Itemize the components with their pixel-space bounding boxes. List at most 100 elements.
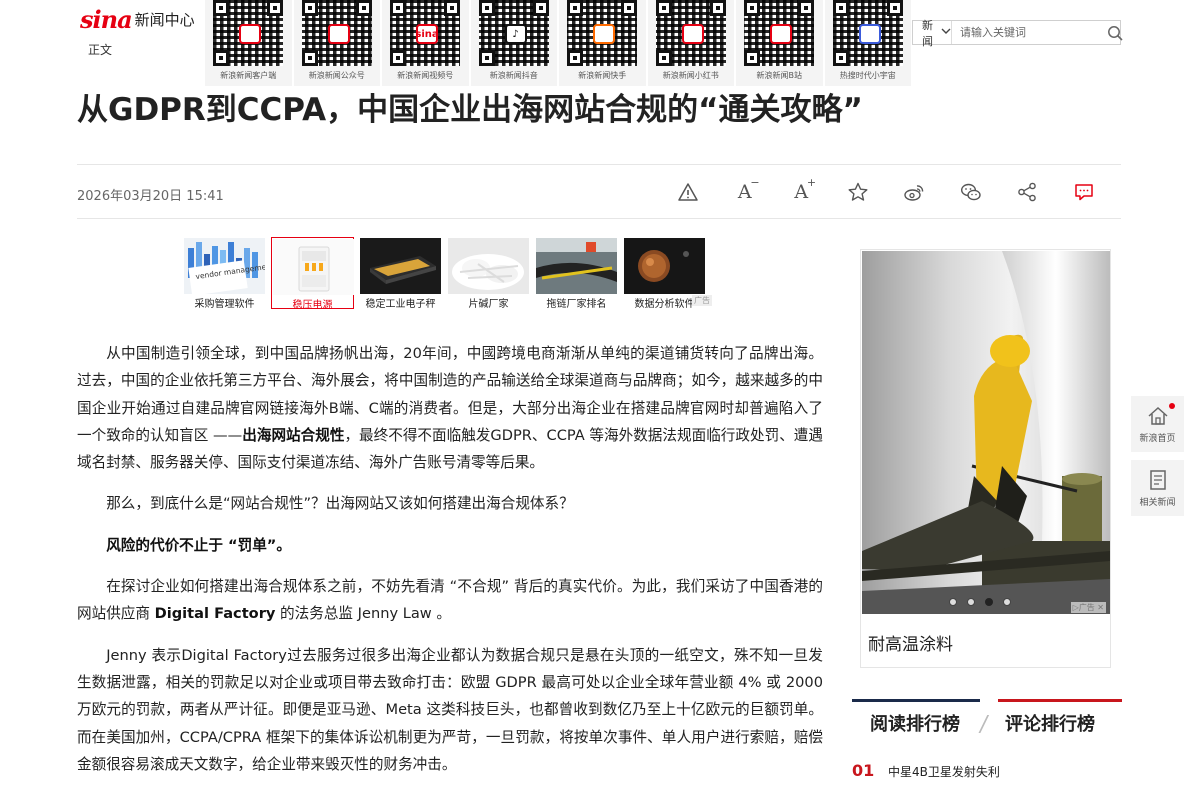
publish-date: 2026年03月20日 15:41: [77, 189, 224, 204]
ad-thumbnail-label[interactable]: 稳压电源: [272, 296, 353, 311]
qr-code-label: 新浪新闻B站: [756, 71, 803, 80]
share-button[interactable]: [999, 176, 1056, 208]
tab-comment-ranking[interactable]: 评论排行榜: [1005, 710, 1095, 736]
comment-button[interactable]: [1056, 176, 1113, 208]
carousel-dot[interactable]: [949, 598, 957, 606]
chevron-down-icon: [941, 28, 951, 38]
rank-indicator-read: [852, 699, 980, 702]
qr-code-image: sina: [390, 0, 460, 66]
ranking-tabs: 阅读排行榜 / 评论排行榜: [852, 710, 1122, 742]
ad-thumbnail-label[interactable]: 稳定工业电子秤: [359, 295, 442, 310]
carousel-dot[interactable]: [967, 598, 975, 606]
qr-code-item[interactable]: 热搜时代小宇宙: [824, 0, 911, 86]
weibo-share-button[interactable]: [886, 176, 943, 208]
ad-image: [862, 251, 1110, 614]
ad-thumbnail[interactable]: 稳定工业电子秤: [359, 237, 442, 310]
company-name: Digital Factory: [154, 605, 276, 623]
carousel-dot[interactable]: [985, 598, 993, 606]
notification-dot: [1169, 403, 1175, 409]
section-heading-text: 风险的代价不止于 “罚单”。: [106, 536, 291, 554]
qr-code-item[interactable]: 新浪新闻公众号: [293, 0, 380, 86]
qr-code-label: 新浪新闻视频号: [397, 71, 454, 80]
ad-thumbnail-image: [273, 239, 354, 295]
qr-code-item[interactable]: 新浪新闻B站: [736, 0, 823, 86]
qr-center-logo: [770, 24, 792, 44]
site-name: 新闻中心: [134, 10, 195, 29]
qr-code-label: 热搜时代小宇宙: [839, 71, 896, 80]
carousel-dot[interactable]: [1003, 598, 1011, 606]
share-icon: [1018, 182, 1037, 202]
favorite-button[interactable]: [830, 176, 887, 208]
font-smaller-button[interactable]: A −: [717, 176, 774, 208]
qr-center-logo: sina: [415, 24, 439, 44]
qr-code-image: [213, 0, 283, 66]
weibo-icon: [904, 185, 924, 201]
ad-thumbnail[interactable]: 片碱厂家: [447, 237, 530, 310]
qr-code-label: 新浪新闻抖音: [489, 71, 538, 80]
article-toolbar: A − A +: [660, 176, 1112, 208]
qr-center-logo: ♪: [504, 24, 527, 44]
font-smaller-icon: A −: [737, 176, 760, 203]
ad-badge[interactable]: ▷广告 ✕: [1070, 602, 1106, 613]
ranking-item[interactable]: 01 中星4B卫星发射失利: [852, 761, 1000, 780]
document-icon: [1150, 470, 1166, 490]
qr-center-logo: [239, 24, 261, 44]
qr-code-image: [832, 0, 903, 66]
ad-thumbnail[interactable]: 拖链厂家排名: [535, 237, 618, 310]
wechat-share-button[interactable]: [943, 176, 1000, 208]
qr-code-item[interactable]: 新浪新闻小红书: [647, 0, 734, 86]
divider: [77, 164, 1121, 165]
ad-thumbnail-label[interactable]: 片碱厂家: [447, 295, 530, 310]
search-button[interactable]: [1107, 25, 1123, 41]
paragraph-text: 的法务总监 Jenny Law 。: [275, 605, 451, 623]
article-title: 从GDPR到CCPA，中国企业出海网站合规的“通关攻略”: [77, 92, 863, 128]
ad-thumbnail-image: [360, 238, 441, 294]
ad-thumbnail-strip: vendor management 采购管理软件 稳压电源 稳定工业电子秤 片碱厂家 拖链…: [183, 237, 713, 311]
ad-thumbnail[interactable]: 数据分析软件 广告: [623, 237, 712, 310]
qr-code-image: [744, 0, 814, 66]
qr-code-item[interactable]: ♪ 新浪新闻抖音: [470, 0, 557, 86]
qr-code-item[interactable]: sina 新浪新闻视频号: [382, 0, 469, 86]
star-icon: [848, 182, 868, 201]
ad-thumbnail-image: [624, 238, 705, 294]
related-news-button[interactable]: 相关新闻: [1131, 460, 1184, 516]
rank-tab-indicators: [852, 699, 1122, 703]
search-icon: [1108, 25, 1123, 41]
ad-thumbnail[interactable]: vendor management 采购管理软件: [183, 237, 274, 310]
tab-separator: /: [977, 712, 990, 737]
qr-code-image: [655, 0, 726, 66]
search-box: 新闻: [912, 19, 1123, 48]
search-category-select[interactable]: 新闻: [913, 19, 952, 48]
rank-headline[interactable]: 中星4B卫星发射失利: [888, 763, 1000, 780]
paragraph-bold-text: 出海网站合规性: [242, 426, 345, 444]
ad-thumbnail-label[interactable]: 拖链厂家排名: [535, 295, 618, 310]
font-larger-icon: A +: [794, 176, 817, 203]
sina-home-button[interactable]: 新浪首页: [1131, 396, 1184, 452]
qr-code-label: 新浪新闻快手: [578, 71, 627, 80]
sina-logo-mark: sina: [80, 4, 133, 34]
ad-thumbnail-image: [536, 238, 617, 294]
home-label: 新浪首页: [1139, 434, 1176, 444]
sidebar-ad-carousel[interactable]: ▷广告 ✕ 耐高温涂料: [860, 249, 1111, 668]
ad-thumbnail-label[interactable]: 采购管理软件: [183, 295, 266, 310]
sina-news-logo[interactable]: sina 新闻中心: [80, 4, 195, 34]
home-icon: [1148, 406, 1168, 425]
qr-code-item[interactable]: 新浪新闻快手: [559, 0, 646, 86]
ad-thumbnail-image: vendor management: [184, 238, 274, 296]
rank-number: 01: [852, 761, 875, 780]
qr-center-logo: [681, 24, 704, 44]
qr-code-image: [301, 0, 372, 66]
ad-caption[interactable]: 耐高温涂料: [868, 630, 953, 655]
ad-thumbnail-image: [448, 238, 529, 294]
search-input[interactable]: [952, 20, 1107, 45]
qr-center-logo: [327, 24, 350, 44]
search-category-label: 新闻: [922, 18, 933, 48]
report-button[interactable]: [660, 176, 717, 208]
qr-code-item[interactable]: 新浪新闻客户端: [205, 0, 292, 86]
tab-read-ranking[interactable]: 阅读排行榜: [870, 710, 960, 736]
font-larger-button[interactable]: A +: [773, 176, 830, 208]
ad-thumbnail[interactable]: 稳压电源: [271, 237, 354, 311]
qr-code-label: 新浪新闻小红书: [662, 71, 719, 80]
section-heading: 风险的代价不止于 “罚单”。: [77, 532, 823, 559]
paragraph: 那么，到底什么是“网站合规性”？出海网站又该如何搭建出海合规体系？: [106, 495, 574, 513]
